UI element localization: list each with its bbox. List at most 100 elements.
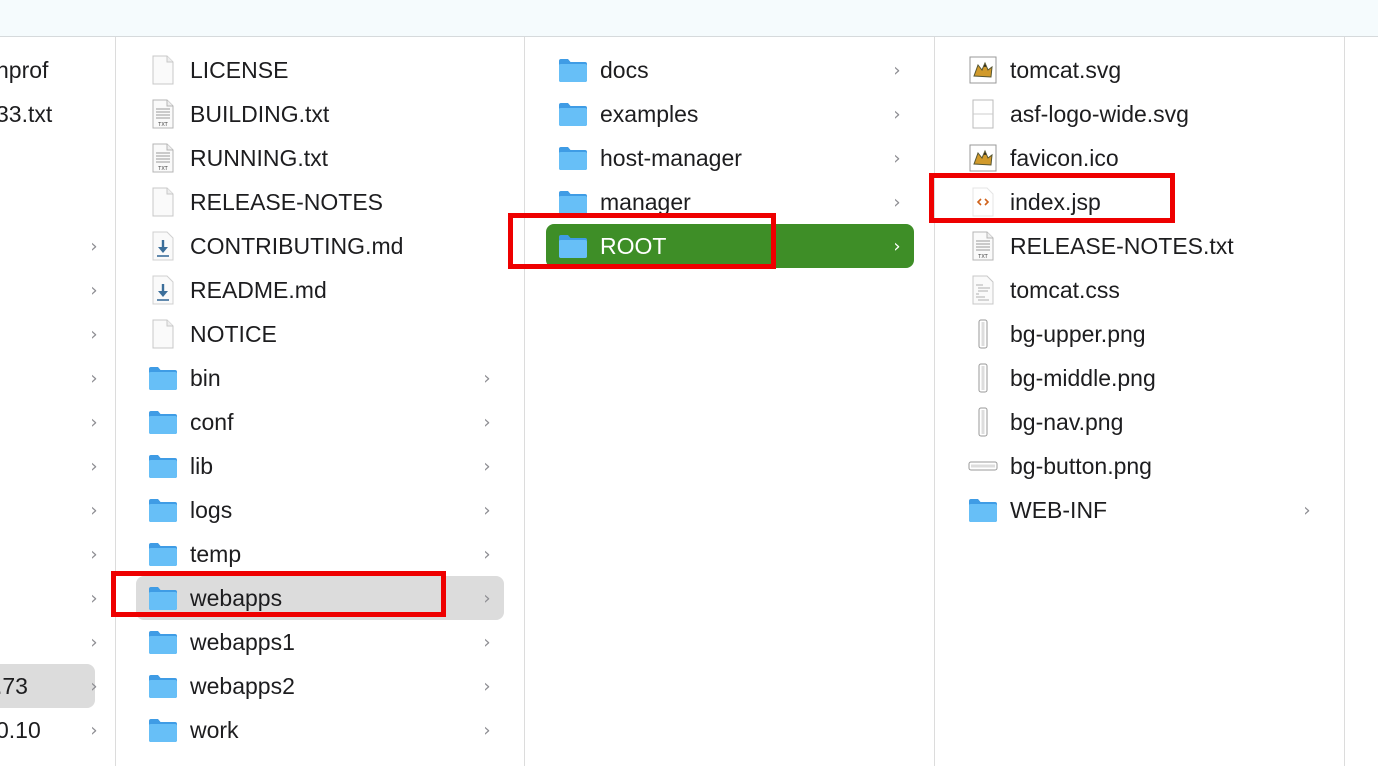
folder-row-blank[interactable]: › xyxy=(0,444,115,488)
text-document-icon: TXT xyxy=(968,231,998,261)
item-label: asf-logo-wide.svg xyxy=(1010,100,1189,127)
file-row-bg-nav-png[interactable]: bg-nav.png xyxy=(956,400,1324,444)
folder-icon xyxy=(148,495,178,525)
folder-row-bin[interactable]: bin › xyxy=(136,356,504,400)
folder-row-blank[interactable]: › xyxy=(0,400,115,444)
folder-row-work[interactable]: work › xyxy=(136,708,504,752)
chevron-right-icon: › xyxy=(1303,499,1311,521)
folder-row-blank[interactable]: › xyxy=(0,532,115,576)
file-row-tomcat-svg[interactable]: tomcat.svg xyxy=(956,48,1324,92)
folder-row-examples[interactable]: examples › xyxy=(546,92,914,136)
chevron-right-icon: › xyxy=(90,455,98,477)
file-row-readme-md[interactable]: README.md xyxy=(136,268,504,312)
folder-row-temp[interactable]: temp › xyxy=(136,532,504,576)
chevron-right-icon: › xyxy=(483,411,491,433)
item-label: README.md xyxy=(190,276,327,303)
folder-row-73[interactable]: .73 › xyxy=(0,664,98,708)
folder-row-webapps2[interactable]: webapps2 › xyxy=(136,664,504,708)
file-row-release-notes-txt[interactable]: TXT RELEASE-NOTES.txt xyxy=(956,224,1324,268)
folder-row-blank[interactable]: › xyxy=(0,488,115,532)
folder-row-blank[interactable]: › xyxy=(0,312,115,356)
item-label: CONTRIBUTING.md xyxy=(190,232,404,259)
folder-row-root[interactable]: ROOT › xyxy=(546,224,914,268)
file-row-bg-button-png[interactable]: bg-button.png xyxy=(956,444,1324,488)
item-label: webapps2 xyxy=(190,672,295,699)
chevron-right-icon: › xyxy=(893,59,901,81)
folder-row-webapps1[interactable]: webapps1 › xyxy=(136,620,504,664)
chevron-right-icon: › xyxy=(483,675,491,697)
chevron-right-icon: › xyxy=(90,323,98,345)
item-label: 0.10 xyxy=(0,716,41,743)
folder-icon xyxy=(148,451,178,481)
item-label: favicon.ico xyxy=(1010,144,1119,171)
file-row-license[interactable]: LICENSE xyxy=(136,48,504,92)
item-label: examples xyxy=(600,100,699,127)
file-row-blank[interactable] xyxy=(0,180,115,224)
file-row-blank[interactable] xyxy=(0,136,115,180)
folder-row-blank[interactable]: › xyxy=(0,268,115,312)
chevron-right-icon: › xyxy=(483,367,491,389)
chevron-right-icon: › xyxy=(893,191,901,213)
file-row-notice[interactable]: NOTICE xyxy=(136,312,504,356)
folder-row-webapps[interactable]: webapps › xyxy=(136,576,504,620)
file-row-contributing-md[interactable]: CONTRIBUTING.md xyxy=(136,224,504,268)
file-row-building-txt[interactable]: TXT BUILDING.txt xyxy=(136,92,504,136)
folder-icon xyxy=(968,495,998,525)
chevron-right-icon: › xyxy=(90,675,98,697)
chevron-right-icon: › xyxy=(90,411,98,433)
text-document-icon: TXT xyxy=(148,99,178,129)
item-label: NOTICE xyxy=(190,320,277,347)
folder-icon xyxy=(558,55,588,85)
folder-row-0-10[interactable]: 0.10 › xyxy=(0,708,115,752)
thin-image-icon xyxy=(968,319,998,349)
folder-icon xyxy=(148,715,178,745)
folder-icon xyxy=(558,187,588,217)
file-row-tomcat-css[interactable]: tomcat.css xyxy=(956,268,1324,312)
folder-row-manager[interactable]: manager › xyxy=(546,180,914,224)
empty-column-area xyxy=(1345,37,1378,766)
item-label: bg-button.png xyxy=(1010,452,1152,479)
file-row-index-jsp[interactable]: index.jsp xyxy=(956,180,1324,224)
chevron-right-icon: › xyxy=(90,235,98,257)
folder-icon xyxy=(148,539,178,569)
item-label: webapps xyxy=(190,584,283,611)
chevron-right-icon: › xyxy=(893,103,901,125)
folder-icon xyxy=(148,363,178,393)
file-row-33-txt[interactable]: 33.txt xyxy=(0,92,115,136)
chevron-right-icon: › xyxy=(483,499,491,521)
folder-icon xyxy=(148,627,178,657)
file-row-favicon-ico[interactable]: favicon.ico xyxy=(956,136,1324,180)
item-label: LICENSE xyxy=(190,56,289,83)
column-parent: nprof 33.txt › › › › › › › › › › .73 › 0.10 › xyxy=(0,37,116,766)
folder-row-blank[interactable]: › xyxy=(0,620,115,664)
folder-row-docs[interactable]: docs › xyxy=(546,48,914,92)
item-label: webapps1 xyxy=(190,628,295,655)
folder-row-blank[interactable]: › xyxy=(0,576,115,620)
item-label: bin xyxy=(190,364,221,391)
item-label: BUILDING.txt xyxy=(190,100,330,127)
item-label: work xyxy=(190,716,239,743)
folder-row-logs[interactable]: logs › xyxy=(136,488,504,532)
folder-icon xyxy=(148,671,178,701)
svg-document-icon xyxy=(968,99,998,129)
file-row-nprof[interactable]: nprof xyxy=(0,48,115,92)
item-label: nprof xyxy=(0,56,49,83)
blank-document-icon xyxy=(148,55,178,85)
file-row-asf-logo-wide-svg[interactable]: asf-logo-wide.svg xyxy=(956,92,1324,136)
file-row-release-notes[interactable]: RELEASE-NOTES xyxy=(136,180,504,224)
folder-row-web-inf[interactable]: WEB-INF › xyxy=(956,488,1324,532)
folder-row-blank[interactable]: › xyxy=(0,356,115,400)
folder-row-conf[interactable]: conf › xyxy=(136,400,504,444)
folder-row-blank[interactable]: › xyxy=(0,224,115,268)
chevron-right-icon: › xyxy=(90,719,98,741)
chevron-right-icon: › xyxy=(90,279,98,301)
chevron-right-icon: › xyxy=(90,499,98,521)
folder-row-lib[interactable]: lib › xyxy=(136,444,504,488)
item-label: tomcat.svg xyxy=(1010,56,1122,83)
item-label: 33.txt xyxy=(0,100,53,127)
folder-row-host-manager[interactable]: host-manager › xyxy=(546,136,914,180)
file-row-bg-middle-png[interactable]: bg-middle.png xyxy=(956,356,1324,400)
file-row-running-txt[interactable]: TXT RUNNING.txt xyxy=(136,136,504,180)
text-document-icon: TXT xyxy=(148,143,178,173)
file-row-bg-upper-png[interactable]: bg-upper.png xyxy=(956,312,1324,356)
